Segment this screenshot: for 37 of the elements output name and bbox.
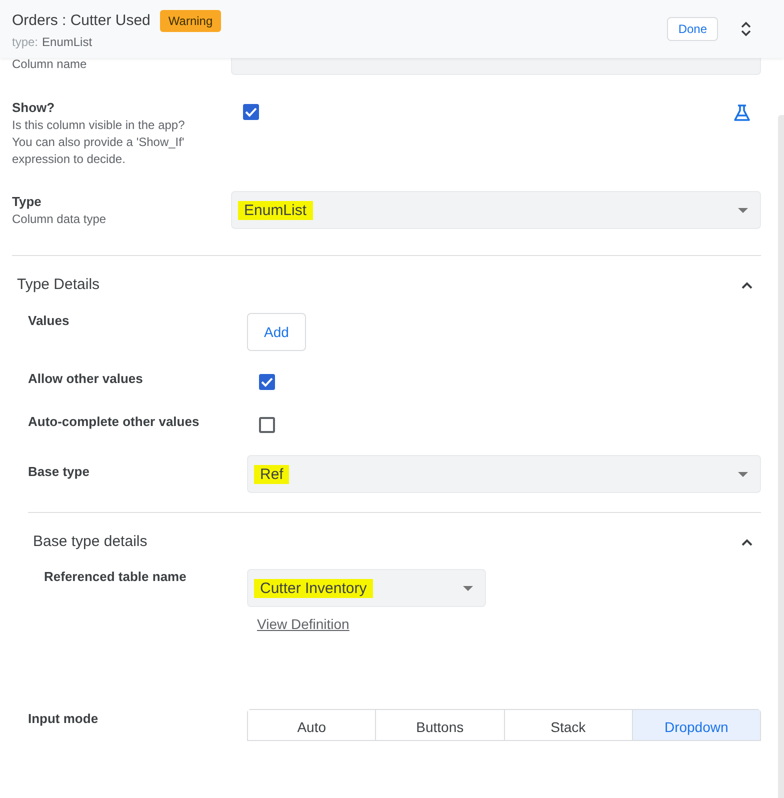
- dropdown-caret-icon: [463, 586, 473, 590]
- column-title: Orders : Cutter Used: [12, 12, 150, 29]
- field-label: Type: [12, 194, 42, 209]
- dropdown-caret-icon: [738, 208, 748, 212]
- done-button[interactable]: Done: [667, 17, 718, 41]
- expand-collapse-icon[interactable]: [740, 21, 752, 37]
- checkbox[interactable]: [243, 104, 259, 120]
- field-label: Input mode: [28, 710, 100, 726]
- field-value: EnumList: [238, 200, 313, 220]
- field-label: Base type: [28, 463, 90, 479]
- view-definition-link[interactable]: View Definition: [257, 616, 350, 632]
- type-value: EnumList: [42, 34, 92, 48]
- checkbox[interactable]: [259, 417, 275, 433]
- field-description: Column data type: [12, 212, 108, 226]
- field-label: Auto-complete other values: [28, 414, 200, 429]
- field-label: Values: [28, 313, 70, 328]
- column-name-field[interactable]: [231, 58, 761, 75]
- section-title: Type Details: [17, 276, 100, 293]
- field-label: Referenced table name: [44, 569, 188, 584]
- field-label: Column name: [12, 57, 88, 71]
- section-title: Base type details: [33, 533, 148, 550]
- chevron-up-icon[interactable]: [741, 538, 753, 546]
- type-prefix: type:: [12, 34, 38, 48]
- field-description: Is this column visible in the app? You can also provide a 'Show_If' expression to decide.: [12, 117, 186, 168]
- base-type-dropdown[interactable]: Ref: [247, 455, 761, 493]
- chevron-up-icon[interactable]: [741, 280, 753, 288]
- field-label: Show?: [12, 100, 56, 115]
- field-value: Ref: [254, 464, 290, 484]
- referenced-table-dropdown[interactable]: Cutter Inventory: [247, 569, 486, 607]
- warning-badge: Warning: [160, 10, 221, 32]
- type-dropdown[interactable]: EnumList: [231, 191, 761, 229]
- add-button[interactable]: Add: [247, 313, 306, 351]
- dropdown-caret-icon: [738, 472, 748, 476]
- checkbox[interactable]: [259, 374, 275, 390]
- field-label: Allow other values: [28, 371, 144, 386]
- field-value: Cutter Inventory: [254, 578, 373, 598]
- flask-icon[interactable]: [733, 104, 751, 122]
